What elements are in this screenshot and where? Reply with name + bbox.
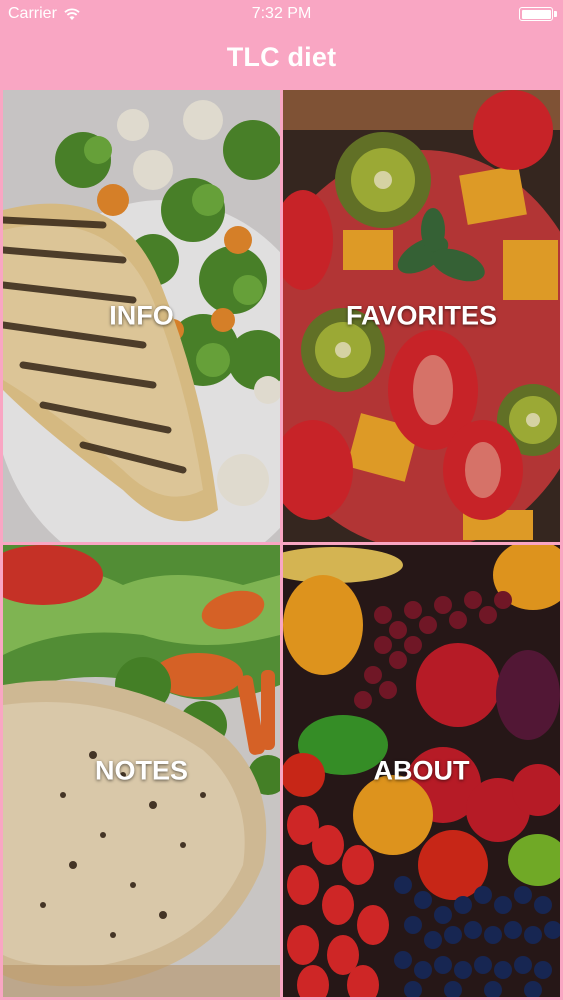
info-tile[interactable]: INFO — [3, 90, 280, 542]
favorites-tile[interactable]: FAVORITES — [283, 90, 560, 542]
battery-icon — [519, 7, 557, 21]
status-bar: Carrier 7:32 PM — [0, 0, 563, 30]
nav-bar: TLC diet — [0, 30, 563, 84]
about-label: ABOUT — [373, 755, 470, 786]
notes-label: NOTES — [94, 755, 188, 786]
notes-tile[interactable]: NOTES — [3, 545, 280, 997]
menu-grid: INFO FAVORITES NOTES ABOUT — [0, 88, 563, 1000]
status-time: 7:32 PM — [251, 5, 312, 22]
about-tile[interactable]: ABOUT — [283, 545, 560, 997]
favorites-label: FAVORITES — [345, 300, 498, 331]
info-label: INFO — [109, 300, 174, 331]
page-title: TLC diet — [226, 41, 337, 72]
